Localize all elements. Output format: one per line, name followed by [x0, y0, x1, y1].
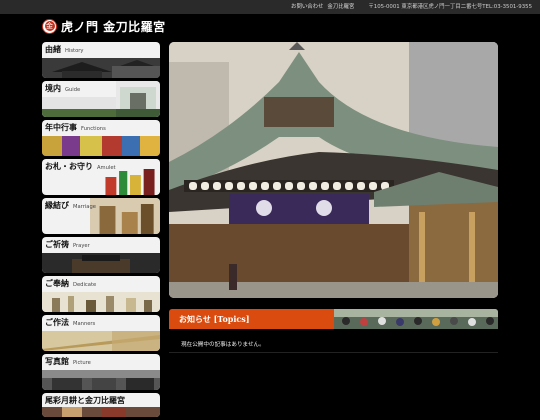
sidebar-item-history[interactable]: 由緒 History — [42, 42, 160, 78]
sidebar-item-sublabel: Manners — [73, 321, 96, 327]
sidebar-item-sublabel: Prayer — [73, 243, 90, 249]
sidebar-item-label: ご奉納 — [45, 278, 69, 288]
logo-mark-text: 金 — [44, 21, 55, 31]
guide-thumbnail — [116, 81, 160, 117]
news-body: 現在公開中の記事はありません。 — [169, 329, 498, 353]
shrine-building-image — [169, 42, 498, 298]
sidebar-item-sublabel: Guide — [65, 87, 81, 93]
top-nav: お問い合わせ 金刀比羅宮 〒105-0001 東京都港区虎ノ門一丁目二番七号TE… — [291, 2, 532, 10]
news-message: 現在公開中の記事はありません。 — [181, 342, 265, 348]
sidebar-item-sublabel: Amulet — [97, 165, 116, 171]
sidebar-item-label: ご作法 — [45, 317, 69, 327]
sidebar-item-sublabel: Marriage — [73, 204, 96, 210]
sidebar-item-prayer[interactable]: ご祈祷 Prayer — [42, 237, 160, 273]
sidebar-item-label: ご祈祷 — [45, 239, 69, 249]
sidebar-item-label: 由緒 — [45, 44, 61, 54]
site-title: 虎ノ門 金刀比羅宮 — [61, 19, 166, 34]
functions-thumbnail — [42, 136, 160, 156]
sidebar-item-label: お札・お守り — [45, 161, 93, 171]
picture-thumbnail — [42, 370, 160, 390]
sidebar-item-label: 境内 — [45, 83, 61, 93]
news-title: お知らせ [Topics] — [179, 314, 250, 324]
home-link[interactable]: 金刀比羅宮 — [327, 2, 354, 10]
sidebar-item-functions[interactable]: 年中行事 Functions — [42, 120, 160, 156]
sidebar-item-label: 縁結び — [45, 200, 69, 210]
sidebar-item-label: 尾彩月耕と金刀比羅宮 — [45, 395, 125, 405]
sidebar-item-sublabel: History — [65, 48, 84, 54]
marriage-thumbnail — [90, 198, 160, 234]
sidebar-item-marriage[interactable]: 縁結び Marriage — [42, 198, 160, 234]
sidebar-item-manners[interactable]: ご作法 Manners — [42, 315, 160, 351]
sidebar-item-dedicate[interactable]: ご奉納 Dedicate — [42, 276, 160, 312]
news-header: お知らせ [Topics] — [169, 309, 498, 329]
address-text: 〒105-0001 東京都港区虎ノ門一丁目二番七号TEL:03-3501-935… — [368, 4, 532, 10]
sidebar-item-gekko[interactable]: 尾彩月耕と金刀比羅宮 — [42, 393, 160, 417]
history-thumbnail — [42, 58, 160, 78]
sidebar-item-amulet[interactable]: お札・お守り Amulet — [42, 159, 160, 195]
dedicate-thumbnail — [42, 292, 160, 312]
sidebar-item-guide[interactable]: 境内 Guide — [42, 81, 160, 117]
site-logo[interactable]: 金 虎ノ門 金刀比羅宮 — [42, 17, 166, 35]
sidebar-item-picture[interactable]: 写真館 Picture — [42, 354, 160, 390]
prayer-thumbnail — [42, 253, 160, 273]
top-bar: お問い合わせ 金刀比羅宮 〒105-0001 東京都港区虎ノ門一丁目二番七号TE… — [0, 0, 540, 14]
sidebar-nav: 由緒 History 境内 Guide 年中行事 Functions お札・お守… — [42, 42, 160, 420]
hero-shrine-photo — [169, 42, 498, 298]
gekko-thumbnail — [42, 407, 160, 417]
manners-thumbnail — [42, 331, 160, 351]
sidebar-item-label: 年中行事 — [45, 122, 77, 132]
news-header-photo — [334, 309, 498, 329]
sidebar-item-sublabel: Dedicate — [73, 282, 97, 288]
contact-link[interactable]: お問い合わせ — [291, 2, 323, 10]
guide-strip — [42, 97, 116, 117]
sidebar-item-label: 写真館 — [45, 356, 69, 366]
shrine-crest-icon: 金 — [42, 18, 57, 34]
sidebar-item-sublabel: Functions — [81, 126, 106, 132]
sidebar-item-sublabel: Picture — [73, 360, 91, 366]
